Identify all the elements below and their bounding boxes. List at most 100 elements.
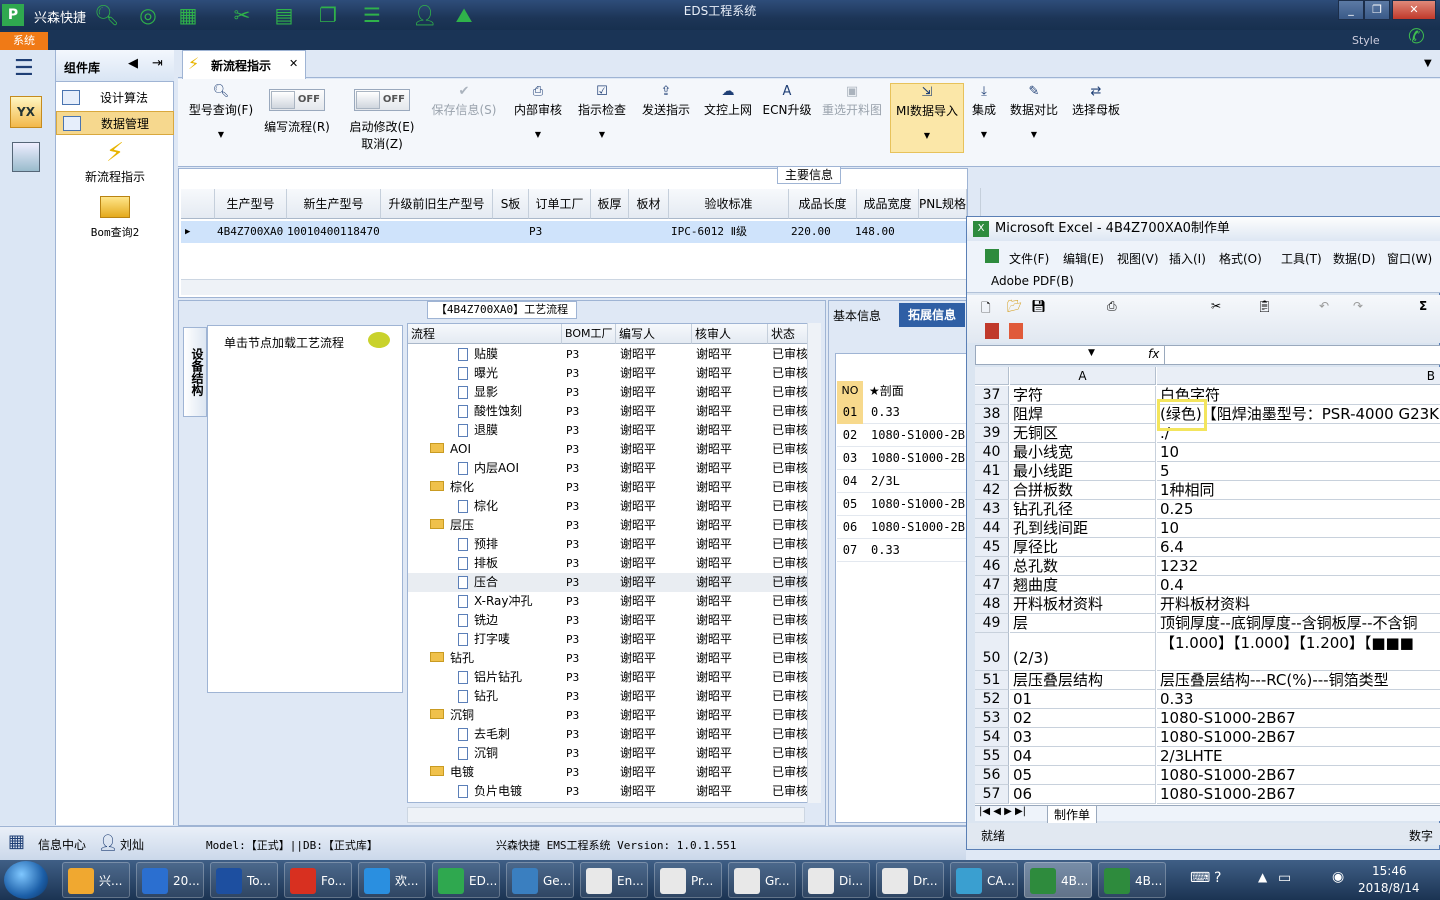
flow-row[interactable]: 压合 P3 谢昭平 谢昭平 已审核 <box>408 573 816 592</box>
left-item-design-algorithm[interactable]: 设计算法 <box>56 86 174 110</box>
sheet-row[interactable]: 38 阻焊 (绿色)【阻焊油墨型号：PSR-4000 G23K <box>975 405 1440 424</box>
excel-menu-item[interactable]: 格式(O) <box>1219 250 1262 267</box>
cell-production-model[interactable]: 4B4Z700XA0 <box>217 221 283 243</box>
flow-row[interactable]: 棕化 P3 谢昭平 谢昭平 已审核 <box>408 478 816 497</box>
cell-a[interactable]: 无铜区 <box>1010 424 1156 443</box>
row-number[interactable]: 48 <box>975 595 1009 614</box>
excel-menu-item[interactable]: 文件(F) <box>1009 250 1049 267</box>
cell-b[interactable]: 1080-S1000-2B67 <box>1157 785 1440 804</box>
pin-icon[interactable]: ⇥ <box>152 56 163 71</box>
flow-row[interactable]: 去毛刺 P3 谢昭平 谢昭平 已审核 <box>408 725 816 744</box>
sheet-row[interactable]: 52 01 0.33 <box>975 690 1440 709</box>
cell-b[interactable]: 层压叠层结构---RC(%)---铜箔类型 <box>1157 671 1440 690</box>
excel-doc-icon[interactable] <box>985 249 999 263</box>
horizontal-scrollbar[interactable] <box>407 807 805 823</box>
ext-info-row[interactable]: 07 0.33 <box>837 539 967 562</box>
col-header[interactable]: S板 <box>493 189 529 219</box>
sheet-row[interactable]: 48 开料板材资料 开料板材资料 <box>975 595 1440 614</box>
taskbar-app-button[interactable]: Pr... <box>654 862 722 898</box>
menu-adobe-pdf[interactable]: Adobe PDF(B) <box>991 274 1074 288</box>
sheet-tab-production[interactable]: 制作单 <box>1047 805 1098 824</box>
row-number[interactable]: 42 <box>975 481 1009 500</box>
col-header[interactable]: 核审人 <box>692 324 768 344</box>
yx-logo-icon[interactable]: YX <box>10 96 42 128</box>
col-header[interactable]: 成品宽度 <box>857 189 919 219</box>
flow-row[interactable]: 贴膜 P3 谢昭平 谢昭平 已审核 <box>408 345 816 364</box>
info-center-label[interactable]: 信息中心 <box>38 836 86 853</box>
flow-row[interactable]: 钻孔 P3 谢昭平 谢昭平 已审核 <box>408 687 816 706</box>
row-number[interactable]: 53 <box>975 709 1009 728</box>
row-number[interactable]: 49 <box>975 614 1009 633</box>
tab-extended-info[interactable]: 拓展信息 <box>899 303 965 327</box>
taskbar-app-button[interactable]: Di... <box>802 862 870 898</box>
cell-a[interactable]: 04 <box>1010 747 1156 766</box>
flow-row[interactable]: 排板 P3 谢昭平 谢昭平 已审核 <box>408 554 816 573</box>
sum-icon[interactable]: Σ <box>1419 299 1427 313</box>
clock-date[interactable]: 2018/8/14 <box>1358 881 1420 895</box>
taskbar-app-button[interactable]: Dr... <box>876 862 944 898</box>
col-header[interactable]: 验收标准 <box>669 189 789 219</box>
col-header[interactable]: PNL规格 <box>919 189 967 219</box>
col-header[interactable]: 升级前旧生产型号 <box>381 189 493 219</box>
col-header[interactable]: BOM工厂 <box>562 324 616 344</box>
phone-icon[interactable]: ✆ <box>1408 24 1425 48</box>
sheet-row[interactable]: 45 厚径比 6.4 <box>975 538 1440 557</box>
row-number[interactable]: 57 <box>975 785 1009 804</box>
taskbar-app-button[interactable]: 4B... <box>1024 862 1092 898</box>
model-query-button[interactable]: 🔍︎ 型号查询(F) ▼ <box>184 83 258 153</box>
row-number[interactable]: 43 <box>975 500 1009 519</box>
cell-b[interactable]: 开料板材资料 <box>1157 595 1440 614</box>
col-header-section[interactable]: ★剖面 <box>869 381 967 401</box>
sheet-row[interactable]: 51 层压叠层结构 层压叠层结构---RC(%)---铜箔类型 <box>975 671 1440 690</box>
row-number[interactable]: 40 <box>975 443 1009 462</box>
pdf-icon[interactable] <box>985 323 999 339</box>
row-number[interactable]: 47 <box>975 576 1009 595</box>
corner-cell[interactable] <box>975 367 1009 385</box>
system-tab[interactable]: 系统 <box>0 32 48 50</box>
ecn-upgrade-button[interactable]: A ECN升级 <box>762 83 812 153</box>
shortcut-bom-query[interactable]: Bom查询2 <box>56 196 174 242</box>
formula-input[interactable] <box>1164 346 1440 364</box>
cell-b[interactable]: 1080-S1000-2B67 <box>1157 709 1440 728</box>
sheet-row[interactable]: 44 孔到线间距 10 <box>975 519 1440 538</box>
col-header[interactable]: 新生产型号 <box>287 189 381 219</box>
minimize-button[interactable]: _ <box>1338 0 1364 20</box>
flow-row[interactable]: 酸性蚀刻 P3 谢昭平 谢昭平 已审核 <box>408 402 816 421</box>
cell-a[interactable]: 厚径比 <box>1010 538 1156 557</box>
fx-icon[interactable]: fx <box>1148 347 1159 361</box>
reselect-cutting-chart-button[interactable]: ▣ 重选开料图 <box>820 83 884 153</box>
col-header-b[interactable]: B <box>1157 367 1440 385</box>
cell-a[interactable]: 最小线宽 <box>1010 443 1156 462</box>
edit-flow-toggle[interactable]: OFF <box>269 89 325 111</box>
flow-row[interactable]: 铣边 P3 谢昭平 谢昭平 已审核 <box>408 611 816 630</box>
cell-a[interactable]: 01 <box>1010 690 1156 709</box>
ext-info-row[interactable]: 04 2/3L <box>837 470 967 493</box>
cell-a[interactable]: 合拼板数 <box>1010 481 1156 500</box>
sheet-row[interactable]: 39 无铜区 ./ <box>975 424 1440 443</box>
col-header[interactable]: 流程 <box>408 324 562 344</box>
cell-b[interactable]: 【1.000】【1.000】【1.200】【■■■ <box>1157 633 1440 671</box>
sheet-row[interactable]: 53 02 1080-S1000-2B67 <box>975 709 1440 728</box>
taskbar-app-button[interactable]: ED... <box>432 862 500 898</box>
row-number[interactable]: 44 <box>975 519 1009 538</box>
col-header[interactable]: 订单工厂 <box>529 189 591 219</box>
cell-a[interactable]: 翘曲度 <box>1010 576 1156 595</box>
cell-a[interactable]: 字符 <box>1010 386 1156 405</box>
cell-acceptance-standard[interactable]: IPC-6012 Ⅱ级 <box>671 221 747 243</box>
sheet-row[interactable]: 40 最小线宽 10 <box>975 443 1440 462</box>
excel-menu-item[interactable]: 工具(T) <box>1281 250 1322 267</box>
sheet-row[interactable]: 55 04 2/3LHTE <box>975 747 1440 766</box>
row-number[interactable]: 56 <box>975 766 1009 785</box>
cell-a[interactable]: 孔到线间距 <box>1010 519 1156 538</box>
redo-icon[interactable]: ↷ <box>1353 299 1363 313</box>
new-icon[interactable]: 🗋 <box>981 299 991 320</box>
flow-row[interactable]: 沉铜 P3 谢昭平 谢昭平 已审核 <box>408 706 816 725</box>
col-header[interactable]: 成品长度 <box>789 189 857 219</box>
ext-info-row[interactable]: 05 1080-S1000-2B <box>837 493 967 516</box>
clock-time[interactable]: 15:46 <box>1372 864 1407 878</box>
excel-menu-item[interactable]: 数据(D) <box>1333 250 1376 267</box>
cancel-label[interactable]: 取消(Z) <box>346 135 418 152</box>
flow-row[interactable]: 退膜 P3 谢昭平 谢昭平 已审核 <box>408 421 816 440</box>
col-header[interactable]: 生产型号 <box>215 189 287 219</box>
start-modify-toggle[interactable]: OFF <box>354 89 410 111</box>
